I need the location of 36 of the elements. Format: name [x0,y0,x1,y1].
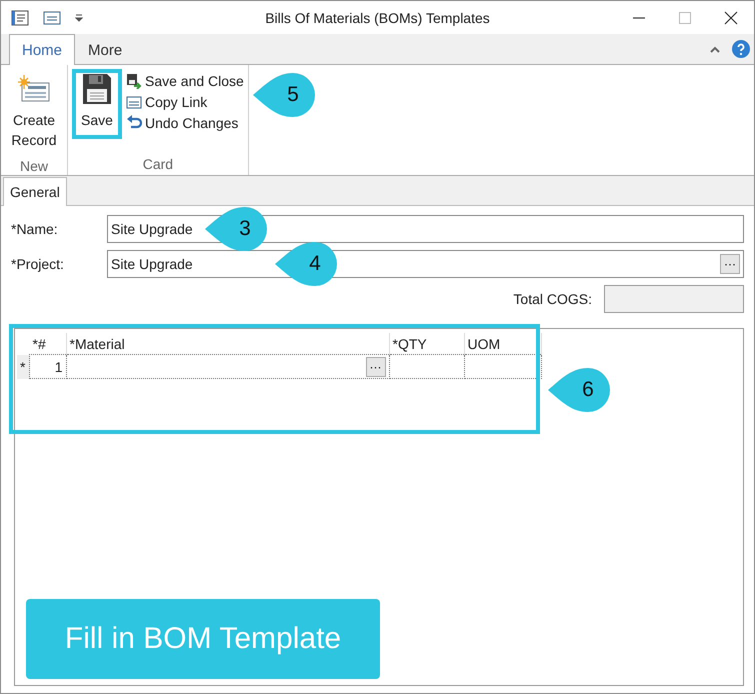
ribbon-button[interactable]: Undo Changes [126,115,244,131]
callout-badge: 4 [275,242,337,286]
collapse-caret-icon[interactable] [710,45,720,53]
document-icon[interactable] [11,10,29,26]
field-label: *Name: [11,221,59,237]
column-header[interactable]: UOM [464,333,541,354]
undo-icon [126,115,142,131]
save-arrow-icon [126,73,142,89]
field-label: *Project: [11,256,65,272]
ribbon-button[interactable]: Save and Close [126,73,244,89]
caption-banner: Fill in BOM Template [26,599,380,679]
abc-icon[interactable] [43,10,61,26]
callout-badge: 3 [205,207,267,251]
callout-badge: 5 [253,73,315,117]
callout-badge: 6 [548,368,610,412]
field-label: Total COGS: [513,291,592,307]
help-icon[interactable] [732,40,750,58]
column-header[interactable]: *Material [66,333,389,354]
ribbon-tab[interactable]: More [75,35,136,65]
table-cell: 1 [30,354,66,378]
ribbon-button[interactable]: Create Record [5,69,63,158]
ribbon-button[interactable]: Copy Link [126,94,244,110]
group-label: Card [142,156,174,174]
table-cell[interactable]: ··· [66,354,389,378]
abc-icon [126,94,142,110]
browse-button[interactable]: ··· [720,254,740,274]
dropdown-icon[interactable] [75,14,83,22]
column-header[interactable]: *# [30,333,66,354]
form-tab[interactable]: General [3,177,67,206]
window-title: Bills Of Materials (BOMs) Templates [265,10,490,26]
column-header[interactable]: *QTY [389,333,464,354]
row-marker: * [17,354,30,378]
group-label: New [18,158,49,176]
browse-button[interactable]: ··· [366,356,386,376]
ribbon-tab[interactable]: Home [9,34,76,65]
ribbon-button[interactable]: Save [72,69,122,139]
